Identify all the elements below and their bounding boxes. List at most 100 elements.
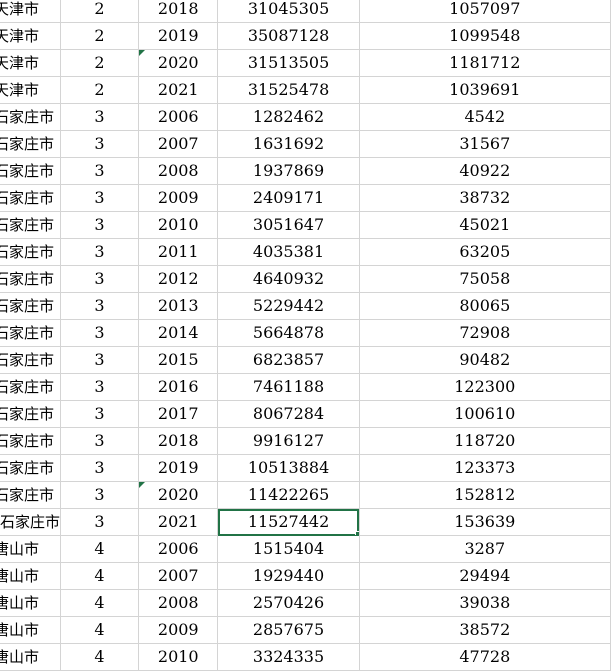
cell-year[interactable]: 2012 xyxy=(138,265,219,293)
cell-year[interactable]: 2008 xyxy=(138,157,219,185)
cell-value[interactable]: 118720 xyxy=(359,427,611,455)
cell-year[interactable]: 2009 xyxy=(138,184,219,212)
cell-year[interactable]: 2020 xyxy=(138,49,219,77)
cell-value[interactable]: 4542 xyxy=(359,103,611,131)
cell-code[interactable]: 3 xyxy=(60,400,140,428)
cell-value[interactable]: 1057097 xyxy=(359,0,611,23)
cell-year[interactable]: 2010 xyxy=(138,643,219,671)
cell-year[interactable]: 2019 xyxy=(138,454,219,482)
cell-code[interactable]: 3 xyxy=(60,373,140,401)
cell-year[interactable]: 2014 xyxy=(138,319,219,347)
cell-code[interactable]: 4 xyxy=(60,562,140,590)
cell-value[interactable]: 38732 xyxy=(359,184,611,212)
cell-year[interactable]: 2007 xyxy=(138,562,219,590)
cell-code[interactable]: 3 xyxy=(60,238,140,266)
cell-value[interactable]: 40922 xyxy=(359,157,611,185)
cell-value[interactable]: 122300 xyxy=(359,373,611,401)
cell-year[interactable]: 2018 xyxy=(138,0,219,23)
cell-value[interactable]: 90482 xyxy=(359,346,611,374)
cell-population[interactable]: 2570426 xyxy=(217,589,360,617)
cell-value[interactable]: 1099548 xyxy=(359,22,611,50)
cell-population[interactable]: 3051647 xyxy=(217,211,360,239)
cell-value[interactable]: 152812 xyxy=(359,481,611,509)
cell-population[interactable]: 35087128 xyxy=(217,22,360,50)
cell-city[interactable]: 唐山市 xyxy=(0,616,62,644)
cell-city[interactable]: 天津市 xyxy=(0,49,62,77)
cell-code[interactable]: 3 xyxy=(60,346,140,374)
cell-city[interactable]: 石家庄市 xyxy=(0,184,62,212)
cell-value[interactable]: 29494 xyxy=(359,562,611,590)
cell-population[interactable]: 31525478 xyxy=(217,76,360,104)
cell-value[interactable]: 1181712 xyxy=(359,49,611,77)
cell-code[interactable]: 2 xyxy=(60,76,140,104)
cell-city[interactable]: 石家庄市 xyxy=(0,400,62,428)
fill-handle[interactable] xyxy=(354,531,359,535)
cell-code[interactable]: 4 xyxy=(60,643,140,671)
cell-population[interactable]: 1282462 xyxy=(217,103,360,131)
cell-year[interactable]: 2010 xyxy=(138,211,219,239)
cell-population[interactable]: 2857675 xyxy=(217,616,360,644)
cell-year[interactable]: 2021 xyxy=(138,76,219,104)
cell-code[interactable]: 3 xyxy=(60,481,140,509)
error-indicator-icon[interactable] xyxy=(139,50,146,56)
cell-value[interactable]: 45021 xyxy=(359,211,611,239)
cell-code[interactable]: 3 xyxy=(60,427,140,455)
cell-city[interactable]: 石家庄市 xyxy=(0,373,62,401)
cell-city[interactable]: 天津市 xyxy=(0,22,62,50)
cell-city[interactable]: 石家庄市 xyxy=(0,211,62,239)
cell-code[interactable]: 3 xyxy=(60,454,140,482)
cell-population[interactable]: 10513884 xyxy=(217,454,360,482)
cell-year[interactable]: 2007 xyxy=(138,130,219,158)
cell-city[interactable]: 天津市 xyxy=(0,76,62,104)
cell-city[interactable]: 石家庄市 xyxy=(0,346,62,374)
cell-city[interactable]: 天津市 xyxy=(0,0,62,23)
cell-city[interactable]: 石家庄市 xyxy=(0,265,62,293)
cell-population[interactable]: 9916127 xyxy=(217,427,360,455)
cell-code[interactable]: 3 xyxy=(60,103,140,131)
cell-population[interactable]: 8067284 xyxy=(217,400,360,428)
cell-value[interactable]: 75058 xyxy=(359,265,611,293)
cell-year[interactable]: 2006 xyxy=(138,103,219,131)
cell-city[interactable]: 唐山市 xyxy=(0,589,62,617)
cell-code[interactable]: 3 xyxy=(60,157,140,185)
cell-population[interactable]: 6823857 xyxy=(217,346,360,374)
cell-code[interactable]: 3 xyxy=(60,292,140,320)
cell-population[interactable]: 7461188 xyxy=(217,373,360,401)
cell-population[interactable]: 11422265 xyxy=(217,481,360,509)
cell-year[interactable]: 2006 xyxy=(138,535,219,563)
cell-city[interactable]: 石家庄市 xyxy=(0,292,62,320)
cell-code[interactable]: 2 xyxy=(60,49,140,77)
cell-population[interactable]: 1937869 xyxy=(217,157,360,185)
cell-value[interactable]: 72908 xyxy=(359,319,611,347)
cell-year[interactable]: 2013 xyxy=(138,292,219,320)
cell-year[interactable]: 2018 xyxy=(138,427,219,455)
cell-value[interactable]: 31567 xyxy=(359,130,611,158)
cell-year[interactable]: 2017 xyxy=(138,400,219,428)
cell-year[interactable]: 2008 xyxy=(138,589,219,617)
cell-city[interactable]: 石家庄市 xyxy=(0,157,62,185)
cell-city[interactable]: 唐山市 xyxy=(0,643,62,671)
cell-code[interactable]: 2 xyxy=(60,0,140,23)
cell-population[interactable]: 5664878 xyxy=(217,319,360,347)
cell-value[interactable]: 47728 xyxy=(359,643,611,671)
cell-code[interactable]: 3 xyxy=(60,508,140,536)
cell-value[interactable]: 39038 xyxy=(359,589,611,617)
cell-year[interactable]: 2019 xyxy=(138,22,219,50)
cell-year[interactable]: 2021 xyxy=(138,508,219,536)
cell-city[interactable]: 石家庄市 xyxy=(0,130,62,158)
cell-code[interactable]: 4 xyxy=(60,535,140,563)
cell-population[interactable]: 4035381 xyxy=(217,238,360,266)
cell-population[interactable]: 5229442 xyxy=(217,292,360,320)
selected-cell[interactable]: 11527442 xyxy=(217,508,360,536)
cell-year[interactable]: 2015 xyxy=(138,346,219,374)
cell-value[interactable]: 63205 xyxy=(359,238,611,266)
cell-city[interactable]: 石家庄市 xyxy=(0,454,62,482)
cell-city[interactable]: 石家庄市 xyxy=(0,103,62,131)
cell-year[interactable]: 2011 xyxy=(138,238,219,266)
cell-value[interactable]: 38572 xyxy=(359,616,611,644)
cell-value[interactable]: 80065 xyxy=(359,292,611,320)
cell-city[interactable]: 唐山市 xyxy=(0,562,62,590)
cell-city[interactable]: 石家庄市 xyxy=(0,427,62,455)
cell-code[interactable]: 3 xyxy=(60,130,140,158)
cell-population[interactable]: 1631692 xyxy=(217,130,360,158)
